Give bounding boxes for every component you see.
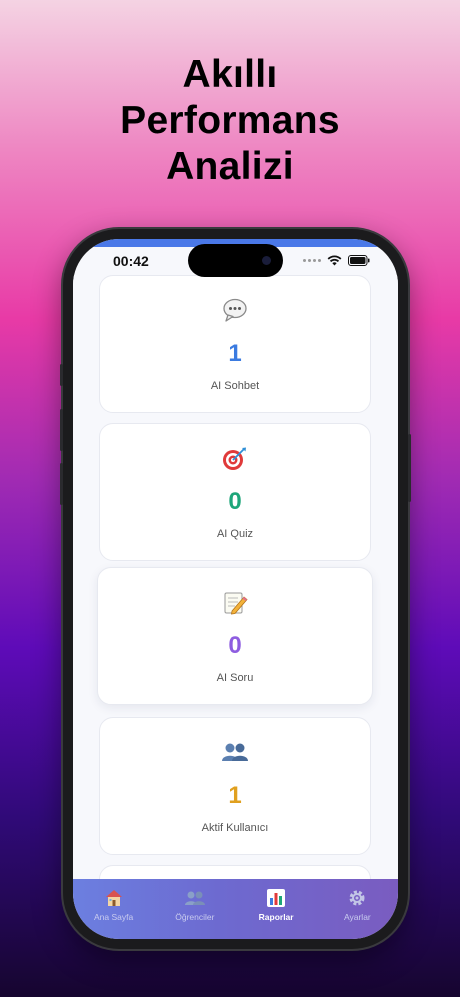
headline: Akıllı Performans Analizi [0, 52, 460, 190]
tab-ayarlar[interactable]: Ayarlar [317, 879, 398, 939]
headline-line-2: Performans [120, 99, 340, 142]
dynamic-island [188, 244, 283, 277]
stats-list[interactable]: 1 AI Sohbet 0 AI Quiz 0 AI Soru 1 Aktif … [73, 275, 398, 895]
tab-ogrenciler[interactable]: Öğrenciler [154, 879, 235, 939]
tab-label: Ana Sayfa [94, 912, 134, 922]
status-time: 00:42 [113, 253, 149, 269]
stat-card-ai-sohbet[interactable]: 1 AI Sohbet [99, 275, 371, 413]
speech-bubble-icon [100, 298, 370, 324]
mute-switch [60, 364, 63, 386]
stat-value: 1 [228, 782, 242, 809]
headline-line-1: Akıllı [182, 53, 278, 96]
gear-icon [317, 887, 398, 909]
memo-pencil-icon [98, 590, 372, 616]
phone-frame: 00:42 1 AI Sohbet 0 AI Quiz 0 AI Soru 1 … [60, 229, 411, 949]
stat-label: AI Soru [216, 672, 254, 684]
battery-icon [348, 255, 370, 266]
signal-dots-icon [303, 259, 321, 262]
tab-ana-sayfa[interactable]: Ana Sayfa [73, 879, 154, 939]
tab-label: Raporlar [258, 912, 294, 922]
bottom-tab-bar: Ana Sayfa Öğrenciler Raporlar Ayarlar [73, 879, 398, 939]
stat-card-ai-soru[interactable]: 0 AI Soru [97, 567, 373, 705]
stat-label: AI Sohbet [210, 380, 260, 392]
power-button [408, 434, 411, 502]
volume-up-button [60, 409, 63, 451]
stat-value: 1 [228, 340, 242, 367]
bar-chart-icon [236, 887, 317, 909]
users-icon [100, 740, 370, 766]
stat-card-ai-quiz[interactable]: 0 AI Quiz [99, 423, 371, 561]
volume-down-button [60, 463, 63, 505]
wifi-icon [327, 255, 342, 266]
stat-label: Aktif Kullanıcı [201, 822, 269, 834]
stat-card-aktif-kullanici[interactable]: 1 Aktif Kullanıcı [99, 717, 371, 855]
stat-value: 0 [228, 632, 242, 659]
tab-raporlar[interactable]: Raporlar [236, 879, 317, 939]
house-icon [73, 887, 154, 909]
tab-label: Ayarlar [343, 912, 371, 922]
tab-label: Öğrenciler [175, 912, 215, 922]
users-icon [154, 887, 235, 909]
stat-value: 0 [228, 488, 242, 515]
headline-line-3: Analizi [166, 145, 294, 188]
dart-target-icon [100, 446, 370, 472]
app-screen: 00:42 1 AI Sohbet 0 AI Quiz 0 AI Soru 1 … [73, 239, 398, 939]
stat-label: AI Quiz [216, 528, 254, 540]
